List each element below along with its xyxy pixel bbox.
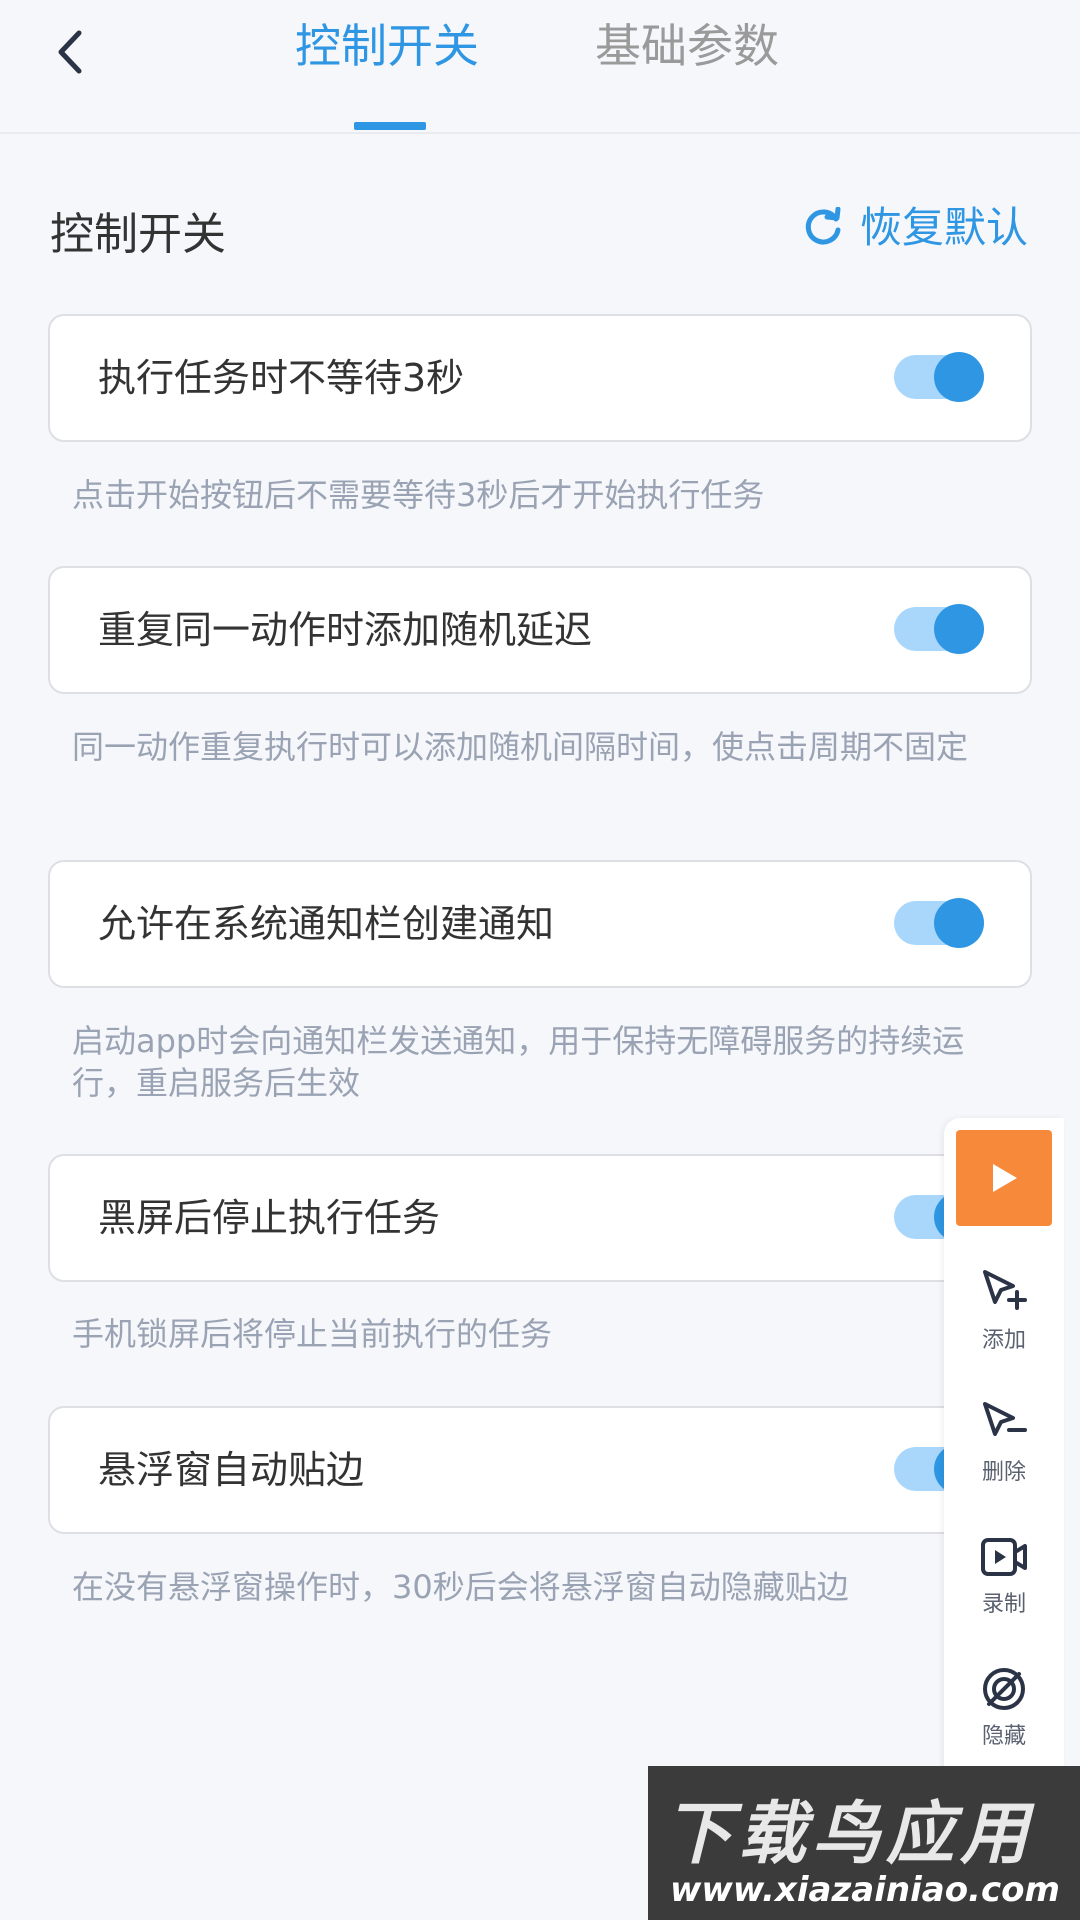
section-title: 控制开关 xyxy=(50,209,226,260)
float-hide-button[interactable]: 隐藏 xyxy=(944,1664,1064,1750)
setting-card: 重复同一动作时添加随机延迟 xyxy=(48,566,1032,694)
hide-icon xyxy=(983,1668,1025,1710)
setting-description: 手机锁屏后将停止当前执行的任务 xyxy=(72,1315,553,1353)
setting-label: 黑屏后停止执行任务 xyxy=(98,1196,441,1240)
setting-label: 悬浮窗自动贴边 xyxy=(98,1448,365,1492)
toggle-switch[interactable] xyxy=(894,352,984,402)
play-icon xyxy=(993,1164,1017,1192)
setting-description: 点击开始按钮后不需要等待3秒后才开始执行任务 xyxy=(72,476,765,514)
float-record-button[interactable]: 录制 xyxy=(944,1532,1064,1618)
remove-cursor-icon xyxy=(983,1402,1027,1436)
setting-label: 允许在系统通知栏创建通知 xyxy=(98,902,555,946)
setting-card: 悬浮窗自动贴边 xyxy=(48,1406,1032,1534)
watermark-title: 下载鸟应用 xyxy=(664,1795,1035,1874)
setting-label: 执行任务时不等待3秒 xyxy=(98,356,465,400)
float-hide-label: 隐藏 xyxy=(981,1724,1026,1749)
tab-basic-params[interactable]: 基础参数 xyxy=(595,14,779,78)
tab-control-switch[interactable]: 控制开关 xyxy=(295,14,479,78)
watermark-url: www.xiazainiao.com xyxy=(670,1870,1060,1910)
float-delete-label: 删除 xyxy=(981,1460,1026,1485)
back-button[interactable] xyxy=(40,22,100,82)
float-record-label: 录制 xyxy=(981,1592,1026,1617)
tab-indicator xyxy=(354,122,426,130)
float-delete-button[interactable]: 删除 xyxy=(944,1400,1064,1486)
toggle-knob xyxy=(934,352,984,402)
chevron-left-icon xyxy=(58,30,82,74)
refresh-icon xyxy=(805,207,841,245)
toggle-knob xyxy=(934,604,984,654)
setting-description: 在没有悬浮窗操作时，30秒后会将悬浮窗自动隐藏贴边 xyxy=(72,1568,849,1606)
record-icon xyxy=(981,1538,1027,1576)
top-bar: 控制开关 基础参数 xyxy=(0,0,1080,134)
float-add-button[interactable]: 添加 xyxy=(944,1268,1064,1354)
toggle-switch[interactable] xyxy=(894,604,984,654)
setting-description: 启动app时会向通知栏发送通知，用于保持无障碍服务的持续运行，重启服务后生效 xyxy=(72,1022,965,1102)
float-add-label: 添加 xyxy=(981,1328,1026,1353)
setting-card: 允许在系统通知栏创建通知 xyxy=(48,860,1032,988)
setting-card: 执行任务时不等待3秒 xyxy=(48,314,1032,442)
setting-description: 同一动作重复执行时可以添加随机间隔时间，使点击周期不固定 xyxy=(72,728,969,766)
watermark: 下载鸟应用 www.xiazainiao.com xyxy=(648,1766,1080,1920)
setting-label: 重复同一动作时添加随机延迟 xyxy=(98,608,593,652)
setting-card: 黑屏后停止执行任务 xyxy=(48,1154,1032,1282)
restore-default-button[interactable]: 恢复默认 xyxy=(802,198,1028,258)
play-button[interactable] xyxy=(956,1130,1052,1226)
restore-default-label: 恢复默认 xyxy=(859,203,1028,252)
toggle-switch[interactable] xyxy=(894,898,984,948)
add-cursor-icon xyxy=(983,1270,1027,1310)
toggle-knob xyxy=(934,898,984,948)
